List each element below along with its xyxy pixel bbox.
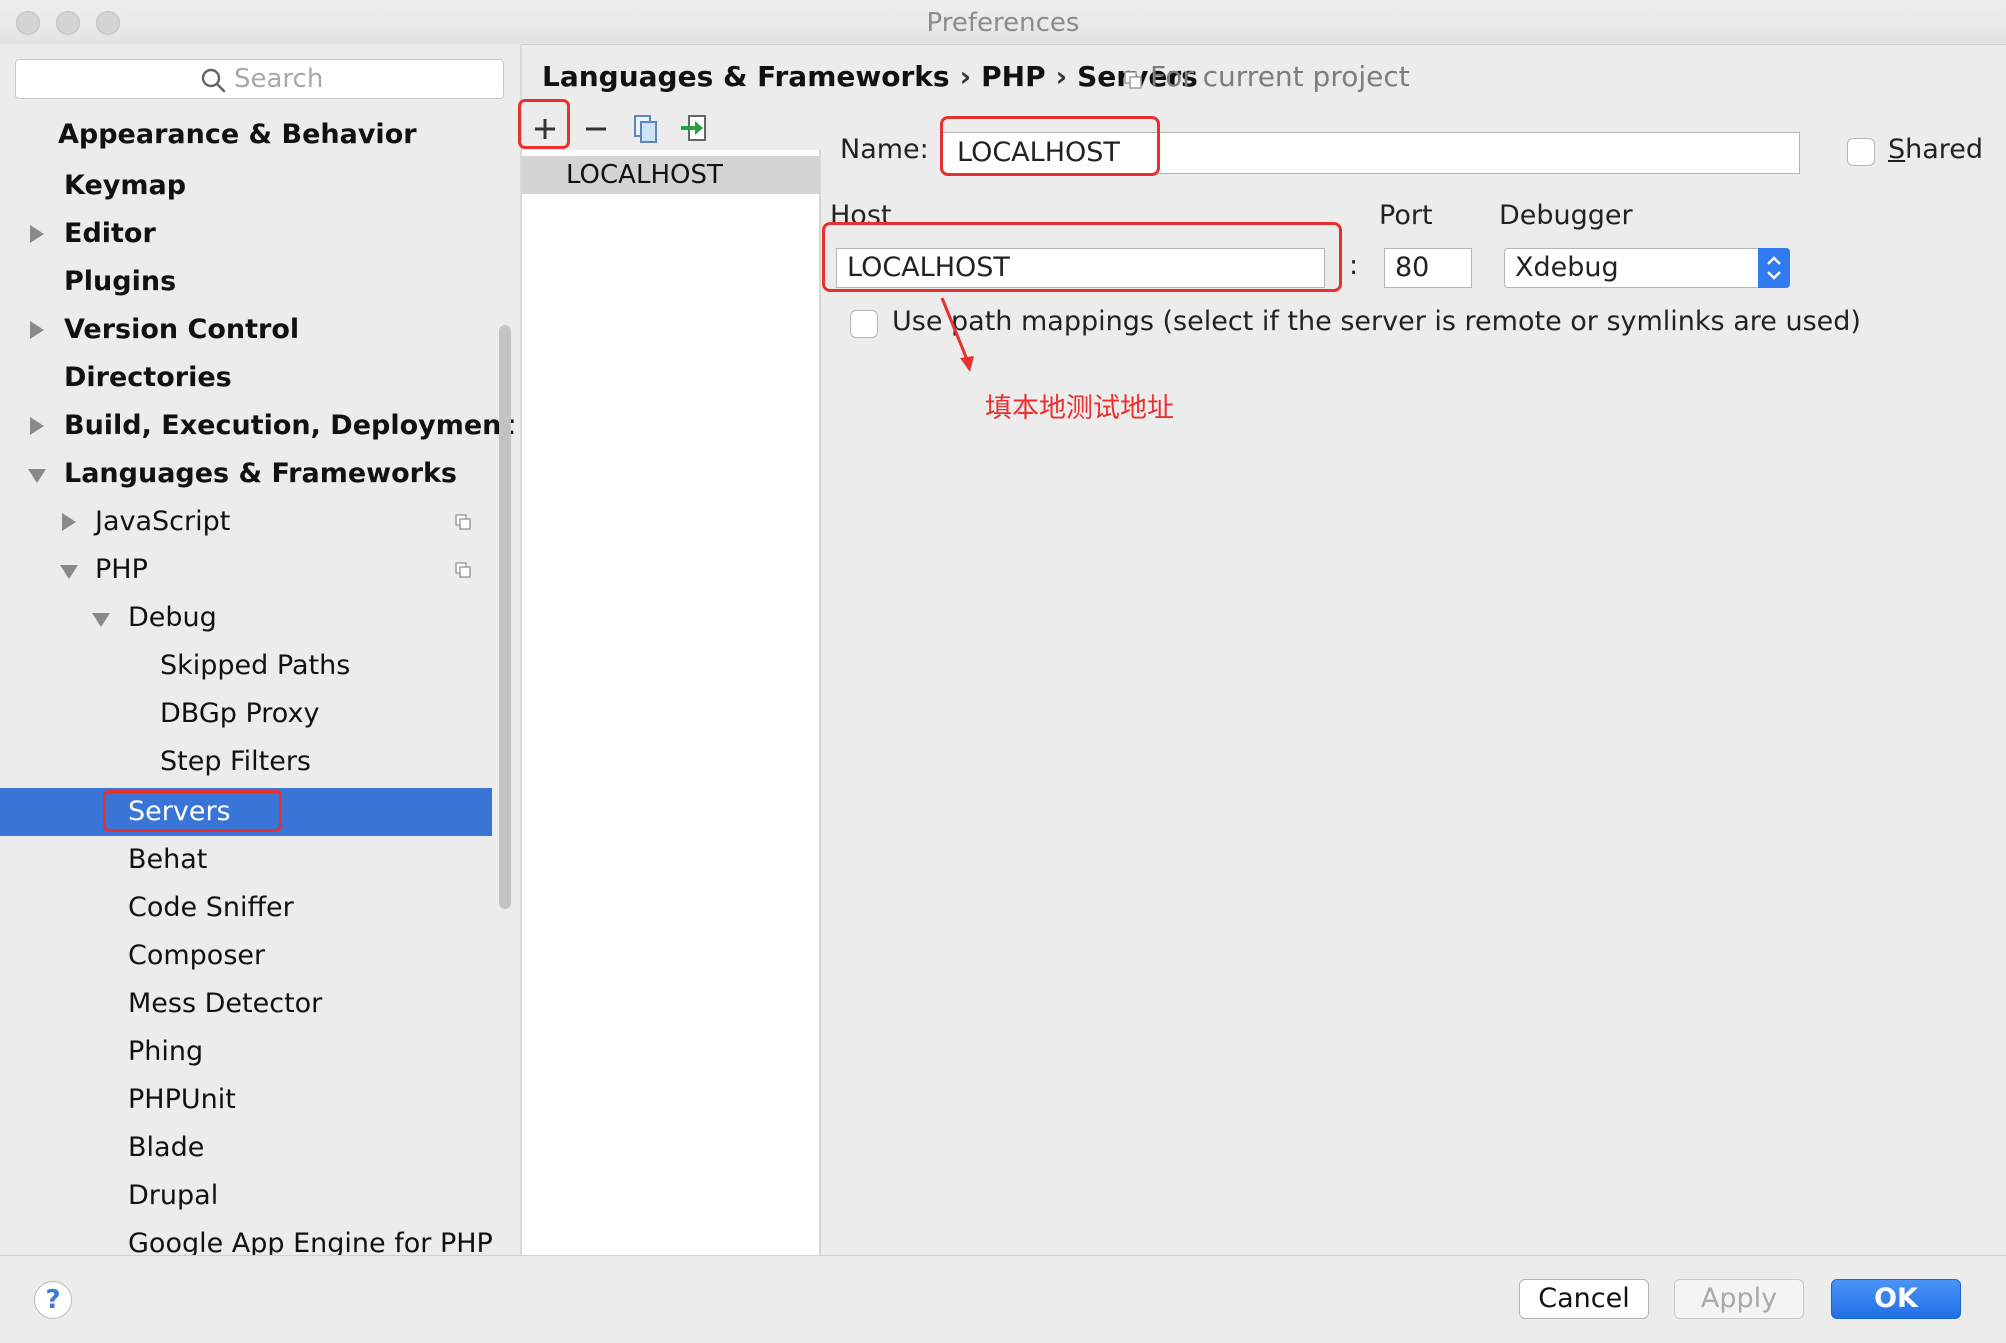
sidebar-item-label: Build, Execution, Deployment	[64, 410, 515, 441]
apply-button[interactable]: Apply	[1674, 1279, 1804, 1319]
expand-arrow-icon[interactable]	[30, 321, 44, 339]
cancel-button[interactable]: Cancel	[1519, 1279, 1649, 1319]
sidebar-item-label: Keymap	[64, 170, 187, 201]
sidebar-item-label: PHPUnit	[128, 1084, 236, 1115]
breadcrumb-item: Languages & Frameworks	[542, 60, 950, 93]
sidebar-item-label: Composer	[128, 940, 266, 971]
sidebar-item-behat[interactable]: Behat	[128, 836, 207, 884]
sidebar-item-appearance-behavior[interactable]: Appearance & Behavior	[58, 111, 417, 159]
updown-chevron-icon	[1758, 248, 1790, 288]
sidebar-item-code-sniffer[interactable]: Code Sniffer	[128, 884, 294, 932]
port-label: Port	[1379, 200, 1433, 231]
project-scope-icon	[1124, 71, 1142, 89]
ok-button[interactable]: OK	[1831, 1279, 1961, 1319]
search-icon	[201, 68, 226, 93]
sidebar-item-drupal[interactable]: Drupal	[128, 1172, 218, 1220]
name-label: Name:	[840, 134, 929, 165]
collapse-arrow-icon[interactable]	[28, 469, 46, 483]
sidebar-item-label: Languages & Frameworks	[64, 458, 458, 489]
sidebar-item-label: JavaScript	[95, 506, 231, 537]
collapse-arrow-icon[interactable]	[92, 613, 110, 627]
sidebar-item-label: Directories	[64, 362, 232, 393]
project-settings-icon	[455, 514, 471, 530]
shared-label-rest: hared	[1905, 134, 1984, 165]
title-bar: Preferences	[0, 0, 2006, 45]
sidebar-item-label: PHP	[95, 554, 148, 585]
debugger-select-value: Xdebug	[1515, 252, 1619, 283]
sidebar-item-dbgp-proxy[interactable]: DBGp Proxy	[160, 690, 319, 738]
breadcrumb: Languages & Frameworks›PHP›Servers	[542, 60, 1198, 93]
sidebar-item-phing[interactable]: Phing	[128, 1028, 203, 1076]
sidebar-item-label: Drupal	[128, 1180, 219, 1211]
sidebar-item-label: Version Control	[64, 314, 300, 345]
import-icon[interactable]	[677, 112, 713, 146]
remove-icon[interactable]	[578, 112, 614, 146]
sidebar-item-label: Skipped Paths	[160, 650, 351, 681]
server-list-item-label: LOCALHOST	[566, 160, 723, 190]
shared-label: Shared	[1888, 134, 1983, 165]
breadcrumb-item: PHP	[981, 60, 1046, 93]
expand-arrow-icon[interactable]	[62, 513, 76, 531]
expand-arrow-icon[interactable]	[30, 225, 44, 243]
sidebar-item-phpunit[interactable]: PHPUnit	[128, 1076, 236, 1124]
sidebar-item-label: Step Filters	[160, 746, 311, 777]
annotation-arrow-icon	[940, 297, 974, 372]
help-button[interactable]: ?	[34, 1281, 72, 1319]
server-list	[522, 150, 821, 1255]
host-annotation-box	[822, 222, 1342, 292]
sidebar-item-blade[interactable]: Blade	[128, 1124, 204, 1172]
sidebar-item-label: Debug	[128, 602, 217, 633]
project-settings-icon	[455, 562, 471, 578]
sidebar-item-keymap[interactable]: Keymap	[64, 162, 186, 210]
breadcrumb-separator: ›	[1055, 60, 1068, 93]
debugger-label: Debugger	[1499, 200, 1633, 231]
add-annotation-box	[518, 99, 570, 149]
sidebar-item-label: Mess Detector	[128, 988, 323, 1019]
sidebar-item-directories[interactable]: Directories	[64, 354, 232, 402]
sidebar-item-debug[interactable]: Debug	[128, 594, 217, 642]
scope-label: For current project	[1150, 60, 1410, 93]
sidebar-item-label: Behat	[128, 844, 208, 875]
sidebar-item-editor[interactable]: Editor	[64, 210, 156, 258]
sidebar-item-plugins[interactable]: Plugins	[64, 258, 176, 306]
host-port-separator: :	[1349, 250, 1359, 281]
expand-arrow-icon[interactable]	[30, 417, 44, 435]
sidebar-item-skipped-paths[interactable]: Skipped Paths	[160, 642, 350, 690]
sidebar-item-php[interactable]: PHP	[95, 546, 148, 594]
sidebar-item-label: DBGp Proxy	[160, 698, 320, 729]
servers-annotation-box	[103, 790, 282, 832]
sidebar-item-build-execution-deployment[interactable]: Build, Execution, Deployment	[64, 402, 514, 450]
shared-label-mnemonic: S	[1888, 134, 1906, 165]
sidebar-item-google-app-engine[interactable]: Google App Engine for PHP	[128, 1220, 493, 1255]
sidebar-item-step-filters[interactable]: Step Filters	[160, 738, 311, 786]
sidebar-item-javascript[interactable]: JavaScript	[95, 498, 230, 546]
sidebar-item-label: Phing	[128, 1036, 204, 1067]
path-mappings-checkbox[interactable]	[850, 310, 878, 338]
sidebar-item-label: Code Sniffer	[128, 892, 294, 923]
sidebar-item-composer[interactable]: Composer	[128, 932, 265, 980]
sidebar-item-label: Plugins	[64, 266, 177, 297]
debugger-select[interactable]: Xdebug	[1504, 248, 1790, 288]
search-placeholder: Search	[234, 64, 324, 94]
sidebar-item-label: Google App Engine for PHP	[128, 1228, 493, 1255]
sidebar-item-languages-frameworks[interactable]: Languages & Frameworks	[64, 450, 457, 498]
sidebar-scrollbar[interactable]	[499, 325, 511, 909]
sidebar-item-mess-detector[interactable]: Mess Detector	[128, 980, 322, 1028]
window-title: Preferences	[926, 8, 1080, 38]
sidebar-item-version-control[interactable]: Version Control	[64, 306, 299, 354]
name-annotation-box	[940, 116, 1160, 176]
annotation-text: 填本地测试地址	[985, 393, 1174, 424]
copy-icon[interactable]	[627, 112, 663, 146]
sidebar-item-label: Editor	[64, 218, 156, 249]
path-mappings-label: Use path mappings (select if the server …	[892, 306, 1861, 337]
sidebar-item-label: Appearance & Behavior	[58, 119, 417, 150]
shared-checkbox[interactable]	[1847, 138, 1875, 166]
search-input[interactable]: Search	[15, 59, 504, 99]
breadcrumb-separator: ›	[959, 60, 972, 93]
collapse-arrow-icon[interactable]	[60, 565, 78, 579]
port-field[interactable]: 80	[1384, 248, 1472, 288]
sidebar-item-label: Blade	[128, 1132, 205, 1163]
